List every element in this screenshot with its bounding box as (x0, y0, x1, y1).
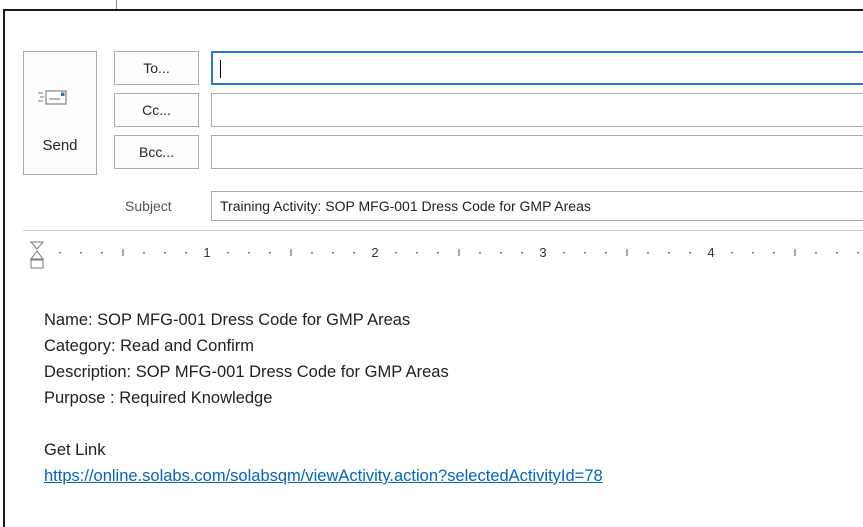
ruler-tick (164, 252, 166, 254)
ruler: 1 2 3 4 (29, 241, 859, 269)
ruler-tick (311, 252, 313, 254)
ruler-tick (500, 252, 502, 254)
send-label: Send (42, 137, 78, 154)
body-get-link-label: Get Link (44, 441, 106, 459)
ruler-tick (584, 252, 586, 254)
ruler-tick (143, 252, 145, 254)
ruler-tick (227, 252, 229, 254)
cc-field[interactable] (211, 93, 863, 127)
ruler-tick (521, 252, 523, 254)
ruler-tick (752, 252, 754, 254)
send-envelope-icon (38, 90, 67, 105)
ruler-indent-marker[interactable] (29, 241, 45, 269)
ruler-tick (773, 252, 775, 254)
subject-label: Subject (125, 198, 172, 214)
body-purpose-line: Purpose : Required Knowledge (44, 389, 273, 407)
body-category-line: Category: Read and Confirm (44, 337, 255, 355)
ruler-tick (416, 252, 418, 254)
ruler-tick (59, 252, 61, 254)
ruler-tick (815, 252, 817, 254)
message-compose-window: Send To... Cc... Bcc... Subject Training… (3, 9, 863, 527)
ruler-tick (731, 252, 733, 254)
to-field[interactable] (211, 51, 863, 85)
ruler-tick (479, 252, 481, 254)
body-description-line: Description: SOP MFG-001 Dress Code for … (44, 363, 449, 381)
ruler-number-1: 1 (203, 245, 210, 260)
cc-button[interactable]: Cc... (114, 93, 199, 127)
subject-field[interactable]: Training Activity: SOP MFG-001 Dress Cod… (211, 191, 863, 221)
send-button[interactable]: Send (23, 51, 97, 175)
activity-link[interactable]: https://online.solabs.com/solabsqm/viewA… (44, 467, 603, 485)
bcc-button[interactable]: Bcc... (114, 135, 199, 169)
ruler-tick (269, 252, 271, 254)
ruler-tick (332, 252, 334, 254)
header-divider (23, 230, 863, 231)
body-blank-line (44, 411, 603, 437)
ruler-tick (80, 252, 82, 254)
ruler-tick (647, 252, 649, 254)
ruler-number-3: 3 (539, 245, 546, 260)
ruler-tick (437, 252, 439, 254)
ruler-tick (353, 252, 355, 254)
ruler-tick (836, 252, 838, 254)
bcc-field[interactable] (211, 135, 863, 169)
ruler-tick (857, 252, 859, 254)
ruler-number-4: 4 (707, 245, 714, 260)
ruler-tick (689, 252, 691, 254)
body-name-line: Name: SOP MFG-001 Dress Code for GMP Are… (44, 311, 411, 329)
ruler-tick (395, 252, 397, 254)
to-button[interactable]: To... (114, 51, 199, 85)
ruler-tick (185, 252, 187, 254)
message-body[interactable]: Name: SOP MFG-001 Dress Code for GMP Are… (44, 307, 603, 489)
ruler-tick (248, 252, 250, 254)
ruler-tick (101, 252, 103, 254)
ruler-tick (605, 252, 607, 254)
ruler-number-2: 2 (371, 245, 378, 260)
ruler-tick (668, 252, 670, 254)
ruler-tick (563, 252, 565, 254)
ruler-ticks (59, 249, 859, 256)
text-cursor (220, 60, 221, 79)
